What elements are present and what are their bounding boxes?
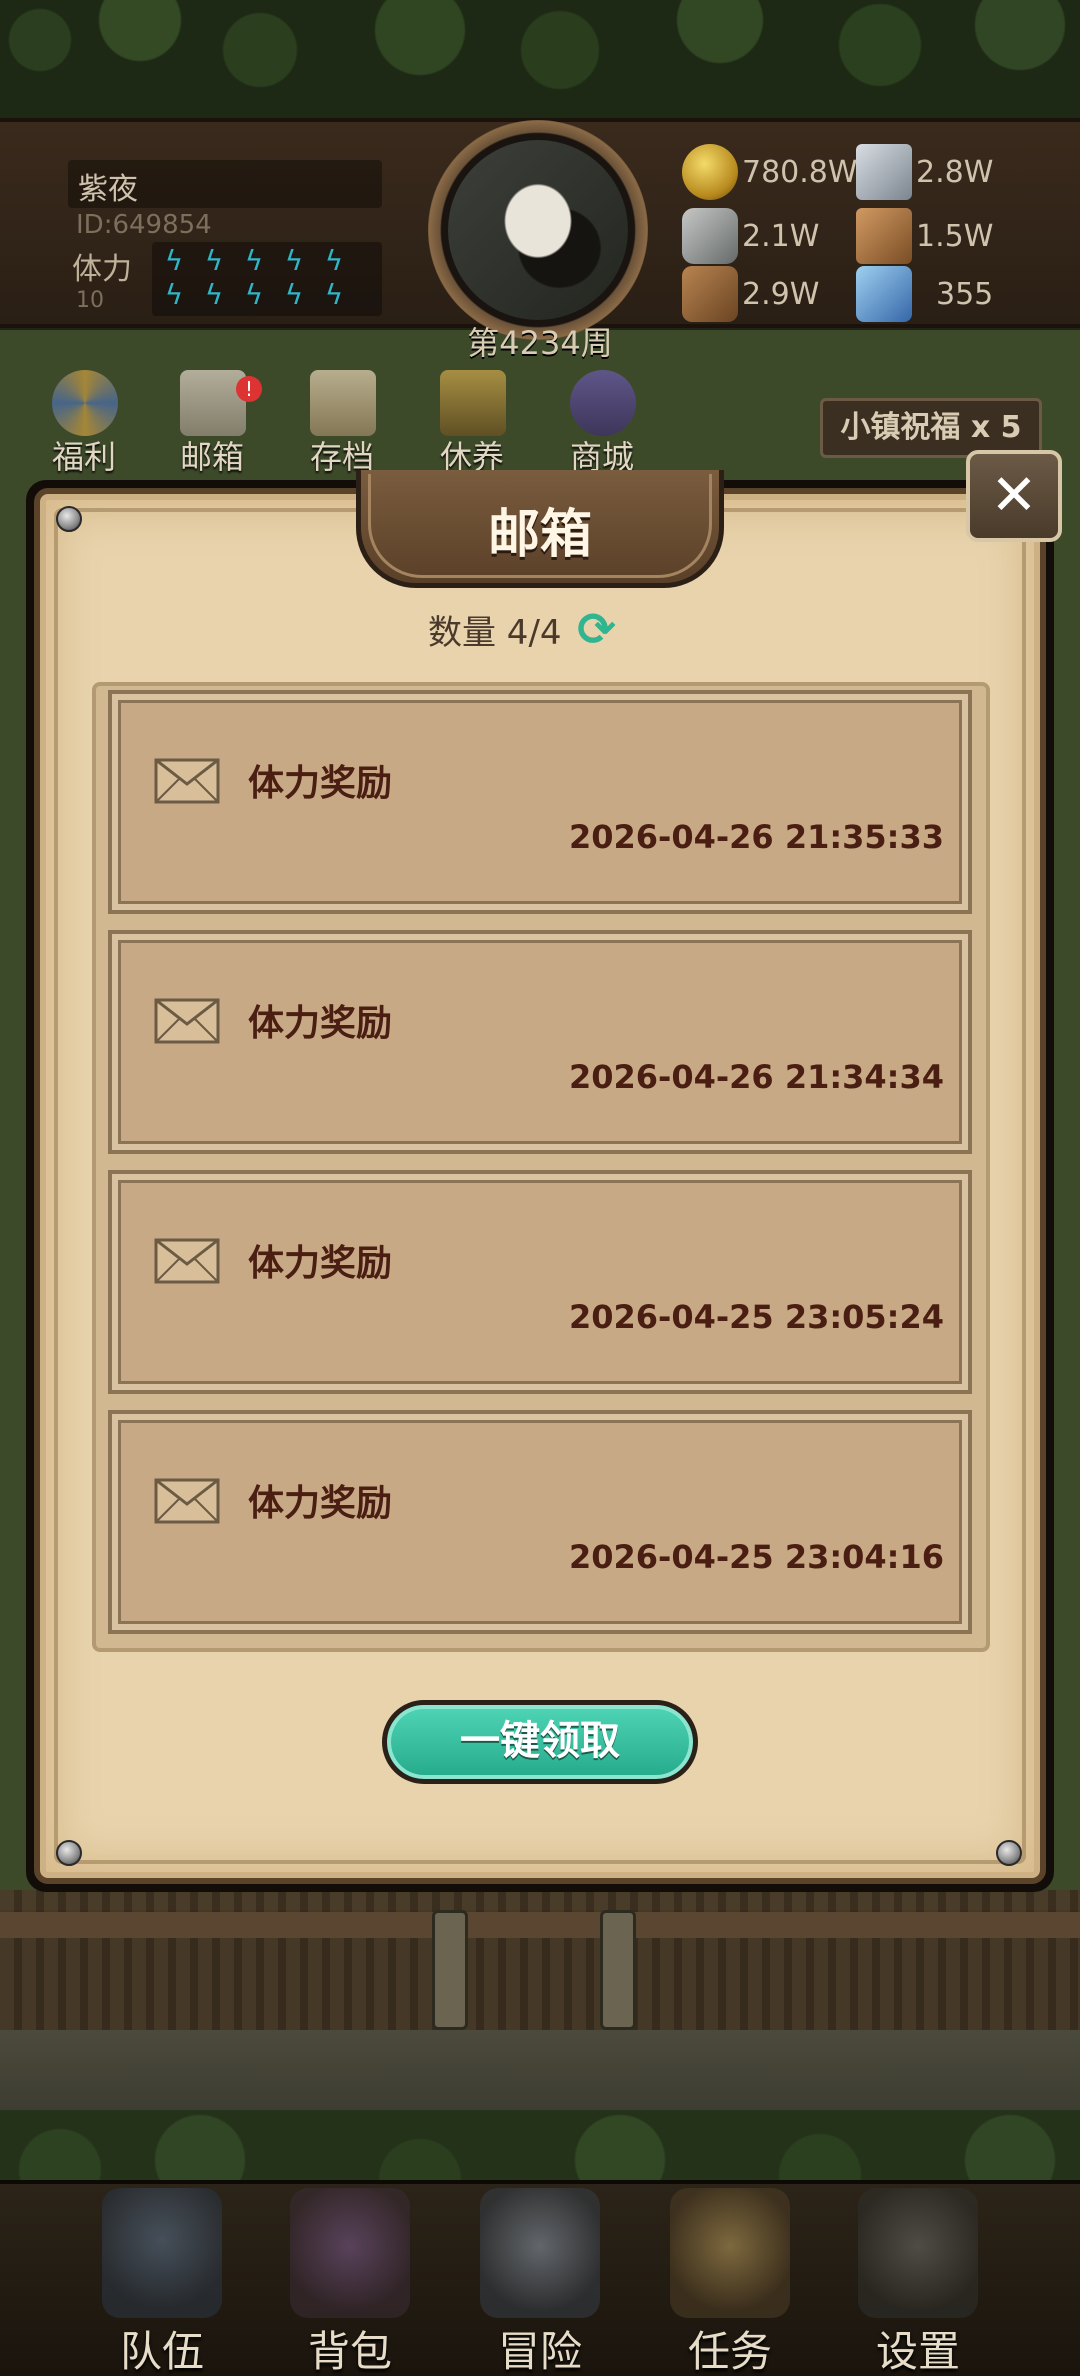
stone-icon (682, 208, 738, 264)
notification-badge: ! (236, 376, 262, 402)
resource-value: 780.8W (742, 154, 858, 190)
mail-list-item[interactable]: 体力奖励 2026-04-25 23:04:16 (108, 1410, 972, 1634)
fence-rail (0, 1912, 1080, 1938)
resource-stone: 2.1W (682, 208, 820, 264)
nav-label: 背包 (307, 2327, 392, 2376)
resource-value: 2.1W (742, 218, 820, 254)
mail-count-row: 数量 4/4 ⟳ (428, 604, 622, 654)
stamina-bar: ϟ ϟ ϟ ϟ ϟ ϟ ϟ ϟ ϟ ϟ (152, 242, 382, 316)
quest-scroll-icon (670, 2188, 790, 2318)
stamina-bolt-icon: ϟ (284, 244, 304, 277)
nav-adventure[interactable]: 冒险 (450, 2188, 630, 2376)
claim-all-button[interactable]: 一键领取 (382, 1700, 698, 1784)
menu-rest[interactable]: 休养 (422, 370, 522, 476)
mail-date: 2026-04-25 23:04:16 (568, 1538, 944, 1576)
mail-list-item[interactable]: 体力奖励 2026-04-25 23:05:24 (108, 1170, 972, 1394)
helmet-icon (102, 2188, 222, 2318)
stamina-bolt-icon: ϟ (164, 278, 184, 311)
mail-date: 2026-04-26 21:34:34 (568, 1058, 944, 1096)
envelope-icon (154, 998, 220, 1044)
envelope-icon (154, 1478, 220, 1524)
stamina-bolt-icon: ϟ (244, 278, 264, 311)
nav-backpack[interactable]: 背包 (260, 2188, 440, 2376)
nav-team[interactable]: 队伍 (72, 2188, 252, 2376)
close-button[interactable]: ✕ (966, 450, 1062, 542)
refresh-icon[interactable]: ⟳ (572, 604, 622, 654)
iron-bar-icon (856, 144, 912, 200)
nav-label: 冒险 (497, 2327, 582, 2376)
menu-shop[interactable]: 商城 (552, 370, 652, 476)
mail-title: 体力奖励 (248, 1483, 393, 1524)
stamina-bolt-icon: ϟ (204, 244, 224, 277)
rivet-decoration (56, 506, 82, 532)
stamina-value: 10 (76, 288, 104, 313)
stamina-bolt-icon: ϟ (164, 244, 184, 277)
stamina-label: 体力 (72, 252, 132, 287)
stamina-bolt-icon: ϟ (284, 278, 304, 311)
panel-title: 邮箱 (487, 505, 592, 565)
resource-leather: 1.5W (856, 208, 994, 264)
leather-icon (856, 208, 912, 264)
mail-list-item[interactable]: 体力奖励 2026-04-26 21:34:34 (108, 930, 972, 1154)
mail-title: 体力奖励 (248, 763, 393, 804)
coin-icon (682, 144, 738, 200)
menu-welfare[interactable]: 福利 (34, 370, 134, 476)
road-background (0, 2030, 1080, 2120)
resource-crystal: 355 (856, 266, 994, 322)
nav-label: 设置 (875, 2327, 960, 2376)
nav-quests[interactable]: 任务 (640, 2188, 820, 2376)
mail-date: 2026-04-25 23:05:24 (568, 1298, 944, 1336)
rivet-decoration (56, 1840, 82, 1866)
shop-icon (570, 370, 636, 436)
player-name: 紫夜 (78, 172, 138, 207)
resource-coin: 780.8W (682, 144, 858, 200)
town-blessing-badge[interactable]: 小镇祝福 x 5 (820, 398, 1042, 458)
fence-background (0, 1890, 1080, 2030)
week-label: 第4234周 (467, 324, 613, 362)
mail-date: 2026-04-26 21:35:33 (568, 818, 944, 856)
stamina-bolt-icon: ϟ (204, 278, 224, 311)
gate-post-right (600, 1910, 636, 2030)
gear-icon (858, 2188, 978, 2318)
resource-value: 2.8W (916, 154, 994, 190)
menu-label: 邮箱 (179, 438, 244, 476)
resource-iron: 2.8W (856, 144, 994, 200)
close-icon: ✕ (990, 463, 1038, 528)
mailbox-icon (180, 370, 246, 436)
menu-mailbox[interactable]: ! 邮箱 (162, 370, 262, 476)
resource-value: 1.5W (916, 218, 994, 254)
player-id: ID:649854 (76, 210, 212, 240)
stamina-bolt-icon: ϟ (324, 244, 344, 277)
crystal-icon (856, 266, 912, 322)
menu-label: 福利 (51, 438, 116, 476)
gate-post-left (432, 1910, 468, 2030)
backpack-icon (290, 2188, 410, 2318)
forest-background-top (0, 0, 1080, 130)
mail-title: 体力奖励 (248, 1243, 393, 1284)
resource-value: 355 (936, 276, 994, 312)
resource-value: 2.9W (742, 276, 820, 312)
crossed-swords-icon (480, 2188, 600, 2318)
mail-title: 体力奖励 (248, 1003, 393, 1044)
nav-label: 任务 (687, 2327, 772, 2376)
save-scroll-icon (310, 370, 376, 436)
envelope-icon (154, 1238, 220, 1284)
resource-wood: 2.9W (682, 266, 820, 322)
mail-count: 数量 4/4 (428, 612, 562, 653)
rest-bed-icon (440, 370, 506, 436)
nav-settings[interactable]: 设置 (828, 2188, 1008, 2376)
nav-label: 队伍 (119, 2327, 204, 2376)
welfare-wheel-icon (52, 370, 118, 436)
rivet-decoration (996, 1840, 1022, 1866)
stamina-bolt-icon: ϟ (244, 244, 264, 277)
wood-log-icon (682, 266, 738, 322)
envelope-icon (154, 758, 220, 804)
avatar[interactable] (448, 140, 628, 320)
stamina-bolt-icon: ϟ (324, 278, 344, 311)
menu-save[interactable]: 存档 (292, 370, 392, 476)
mail-list-item[interactable]: 体力奖励 2026-04-26 21:35:33 (108, 690, 972, 914)
